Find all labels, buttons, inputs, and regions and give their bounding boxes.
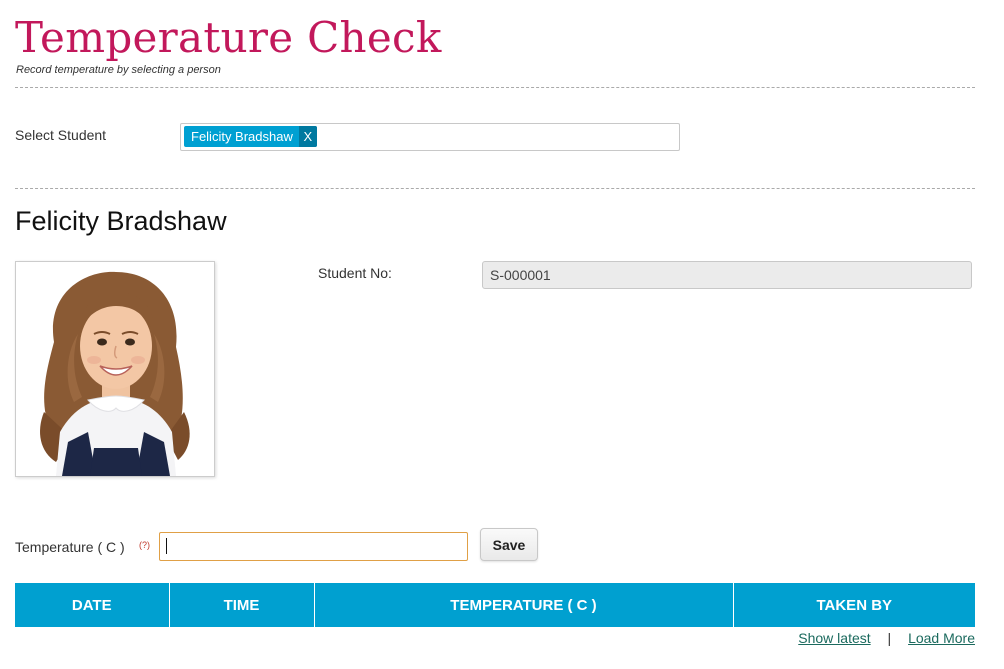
student-name-heading: Felicity Bradshaw <box>15 206 227 236</box>
divider <box>15 87 975 88</box>
select-student-label: Select Student <box>15 127 107 143</box>
student-select-input[interactable]: Felicity Bradshaw X <box>180 123 680 151</box>
show-latest-link[interactable]: Show latest <box>798 630 870 646</box>
link-separator: | <box>887 630 892 646</box>
student-no-label: Student No: <box>318 265 392 281</box>
student-photo <box>15 261 215 477</box>
page-subtitle: Record temperature by selecting a person <box>16 64 221 76</box>
table-header-row: DATE TIME TEMPERATURE ( C ) TAKEN BY <box>15 583 975 627</box>
selected-student-tag-label: Felicity Bradshaw <box>191 129 293 144</box>
temperature-records-table: DATE TIME TEMPERATURE ( C ) TAKEN BY <box>15 583 975 627</box>
temperature-label: Temperature ( C ) <box>15 539 125 555</box>
temperature-input[interactable] <box>159 532 468 561</box>
page-title: Temperature Check <box>15 13 442 62</box>
save-button[interactable]: Save <box>480 528 538 561</box>
column-header-date[interactable]: DATE <box>15 583 170 627</box>
pagination-links: Show latest | Load More <box>798 630 975 646</box>
column-header-temperature[interactable]: TEMPERATURE ( C ) <box>314 583 734 627</box>
student-no-field: S-000001 <box>482 261 972 289</box>
column-header-taken-by[interactable]: TAKEN BY <box>733 583 975 627</box>
load-more-link[interactable]: Load More <box>908 630 975 646</box>
text-cursor <box>166 538 167 554</box>
help-icon[interactable]: (?) <box>139 540 150 550</box>
divider <box>15 188 975 189</box>
column-header-time[interactable]: TIME <box>169 583 315 627</box>
remove-tag-button[interactable]: X <box>298 126 317 147</box>
selected-student-tag: Felicity Bradshaw X <box>184 126 317 147</box>
